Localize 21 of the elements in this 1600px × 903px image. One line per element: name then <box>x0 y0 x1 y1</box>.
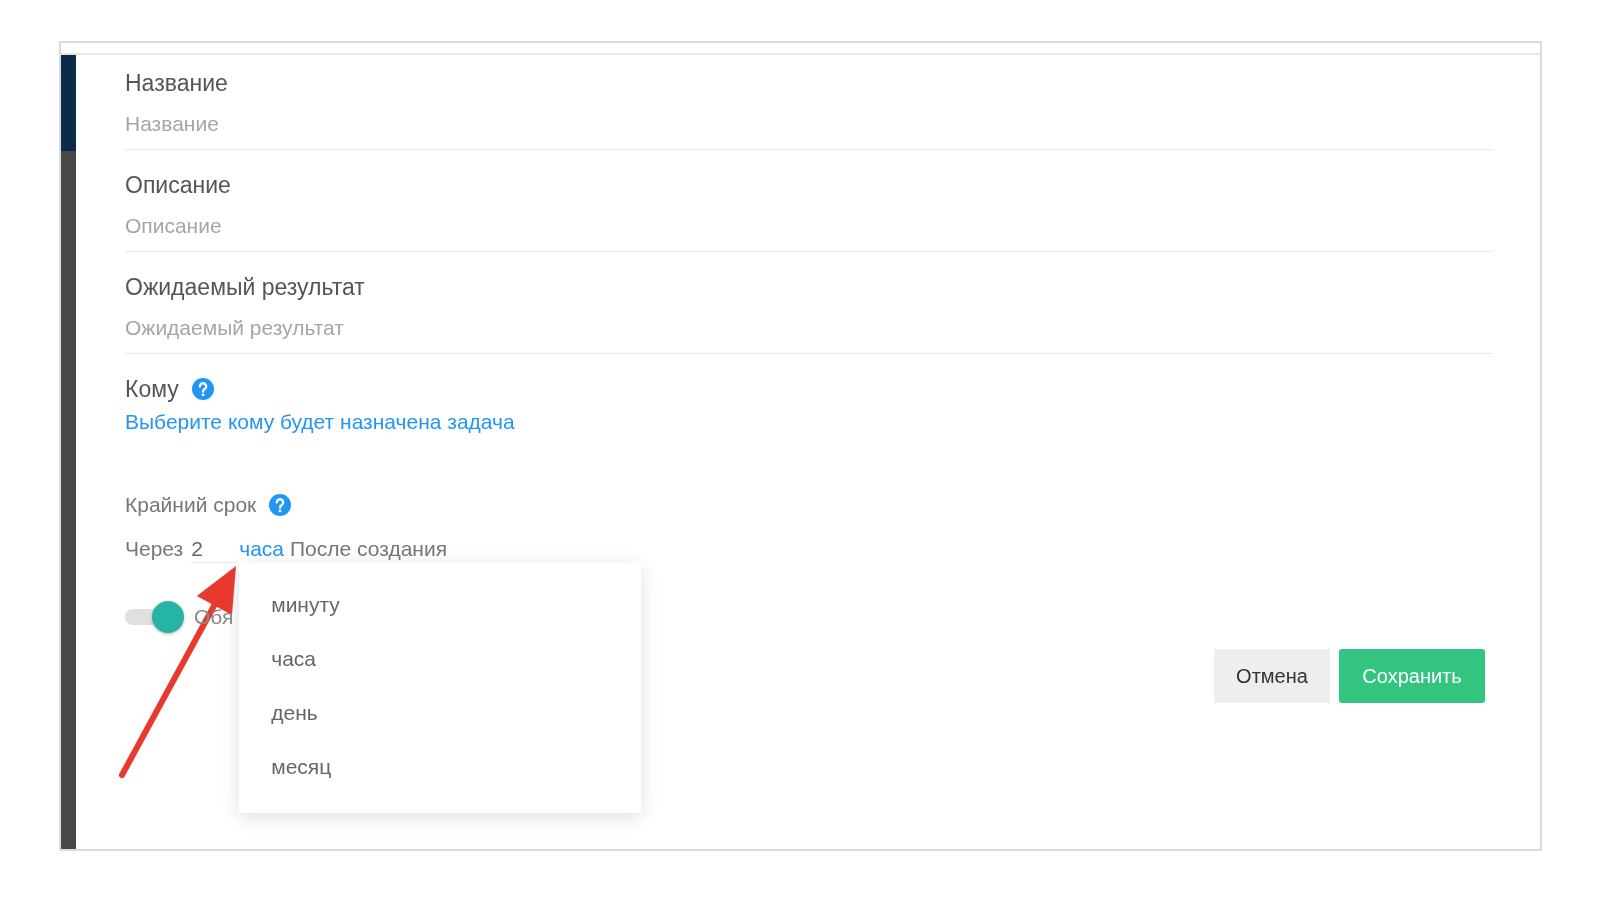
field-label: Название <box>125 69 229 97</box>
assignee-link[interactable]: Выберите кому будет назначена задача <box>125 408 515 436</box>
toggle-switch[interactable] <box>125 601 184 633</box>
text-field[interactable]: Название <box>125 110 1493 150</box>
dropdown-item[interactable]: минуту <box>239 578 642 632</box>
dropdown-item[interactable]: день <box>239 686 642 740</box>
deadline-suffix: После создания <box>290 536 448 562</box>
dropdown-item[interactable]: месяц <box>239 740 642 794</box>
amount-field[interactable]: 2 <box>191 535 238 563</box>
deadline-prefix: Через <box>125 536 184 562</box>
help-icon[interactable] <box>191 378 214 400</box>
field-label: Кому <box>125 375 179 403</box>
field-label: Ожидаемый результат <box>125 273 366 301</box>
help-icon[interactable] <box>269 494 292 516</box>
cancel-button[interactable]: Отмена <box>1214 649 1330 703</box>
field-label: Описание <box>125 171 232 199</box>
field-label: Крайний срок <box>125 492 257 518</box>
unit-link[interactable]: часа <box>239 535 284 563</box>
text-field[interactable]: Ожидаемый результат <box>125 314 1493 354</box>
dropdown-item[interactable]: часа <box>239 632 642 686</box>
text-field[interactable]: Описание <box>125 212 1493 252</box>
